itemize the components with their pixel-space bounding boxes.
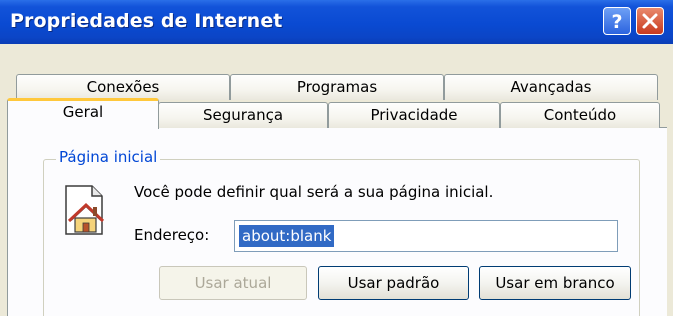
tab-label: Geral — [62, 103, 104, 121]
home-page-description: Você pode definir qual será a sua página… — [134, 183, 494, 201]
use-default-label: Usar padrão — [347, 274, 440, 292]
tab-conteudo[interactable]: Conteúdo — [500, 102, 660, 128]
tab-label: Programas — [296, 78, 378, 96]
title-bar[interactable]: Propriedades de Internet ? — [0, 0, 673, 44]
close-button[interactable] — [636, 7, 664, 35]
address-input[interactable]: about:blank — [234, 220, 618, 252]
tab-geral[interactable]: Geral — [7, 98, 159, 129]
tab-label: Avançadas — [510, 78, 592, 96]
tab-label: Conteúdo — [543, 106, 617, 124]
use-current-label: Usar atual — [194, 274, 272, 292]
tab-privacidade[interactable]: Privacidade — [328, 102, 500, 128]
tab-label: Conexões — [86, 78, 160, 96]
window-title: Propriedades de Internet — [10, 10, 283, 32]
close-icon — [642, 13, 658, 29]
help-icon: ? — [611, 11, 622, 33]
tab-programas[interactable]: Programas — [230, 74, 444, 100]
tab-label: Segurança — [202, 106, 284, 124]
home-page-group-label: Página inicial — [56, 148, 161, 166]
house-page-icon — [65, 185, 105, 235]
use-blank-button[interactable]: Usar em branco — [479, 266, 631, 300]
use-current-button[interactable]: Usar atual — [159, 266, 307, 300]
tab-label: Privacidade — [370, 106, 458, 124]
use-blank-label: Usar em branco — [495, 274, 615, 292]
tab-conexoes[interactable]: Conexões — [16, 74, 230, 100]
address-value: about:blank — [239, 225, 335, 247]
use-default-button[interactable]: Usar padrão — [318, 266, 469, 300]
help-button[interactable]: ? — [603, 7, 631, 35]
address-label: Endereço: — [134, 226, 210, 244]
internet-properties-window: Propriedades de Internet ? Conexões Prog… — [0, 0, 673, 316]
svg-text:?: ? — [611, 11, 622, 33]
tab-seguranca[interactable]: Segurança — [158, 102, 328, 128]
tab-avancadas[interactable]: Avançadas — [444, 74, 658, 100]
